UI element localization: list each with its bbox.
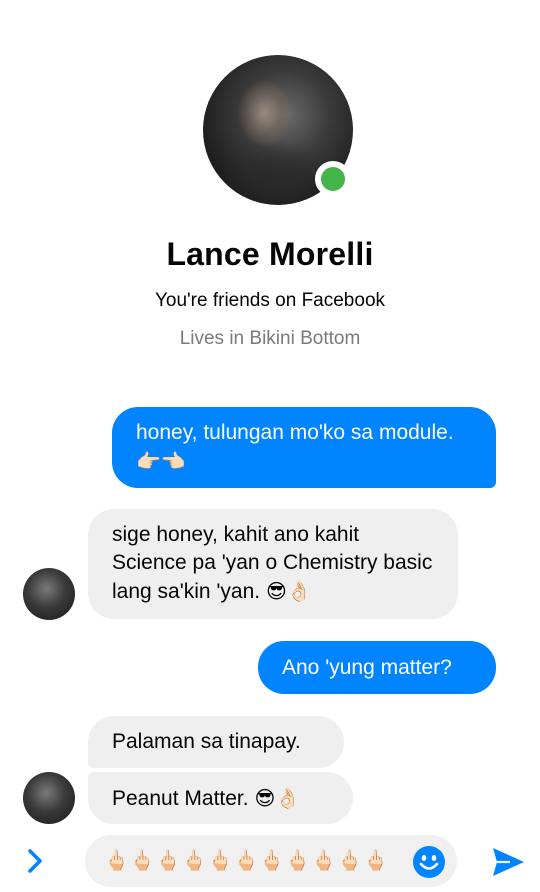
profile-photo[interactable] <box>203 55 353 205</box>
message-bubble-incoming[interactable]: sige honey, kahit ano kahit Science pa '… <box>88 509 458 619</box>
online-status-indicator <box>315 161 351 197</box>
location-text: Lives in Bikini Bottom <box>179 328 361 349</box>
message-text: Palaman sa tinapay. <box>112 730 301 753</box>
message-emoji: 👉🏻👈🏻 <box>136 449 186 473</box>
message-input-text: 🖕🏻🖕🏻🖕🏻🖕🏻🖕🏻🖕🏻🖕🏻🖕🏻🖕🏻🖕🏻🖕🏻🖕🏻 <box>104 848 394 872</box>
message-bubble-incoming[interactable]: Palaman sa tinapay. <box>88 716 344 768</box>
smiley-icon[interactable] <box>412 845 446 879</box>
message-bubble-incoming[interactable]: Peanut Matter. 😎👌🏻 <box>88 772 353 824</box>
friends-status-text: You're friends on Facebook <box>154 290 386 311</box>
message-bubble-outgoing[interactable]: honey, tulungan mo'ko sa module. 👉🏻👈🏻 <box>112 407 496 488</box>
chevron-right-icon[interactable] <box>22 846 48 876</box>
profile-name: Lance Morelli <box>166 236 374 272</box>
message-text: honey, tulungan mo'ko sa module. <box>136 421 454 444</box>
message-emoji: 😎👌🏻 <box>265 579 312 603</box>
send-icon[interactable] <box>490 844 526 880</box>
contact-avatar[interactable] <box>23 568 75 620</box>
message-text: Ano 'yung matter? <box>282 656 452 679</box>
message-text: Peanut Matter. <box>112 787 249 810</box>
contact-avatar[interactable] <box>23 772 75 824</box>
message-bubble-outgoing[interactable]: Ano 'yung matter? <box>258 641 496 694</box>
message-emoji: 😎👌🏻 <box>254 786 301 810</box>
